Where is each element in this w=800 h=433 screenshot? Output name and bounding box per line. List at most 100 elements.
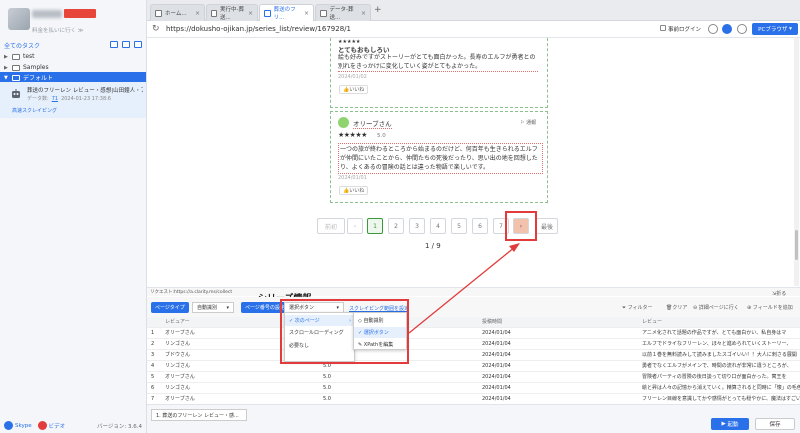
page-4-button[interactable]: 4 <box>430 218 446 234</box>
tree-item-label: デフォルト <box>23 75 54 82</box>
clear-label: クリア <box>672 305 688 311</box>
tab-label: ホーム... <box>165 11 187 17</box>
cell-reviewer: リンゴさん <box>165 363 191 369</box>
table-row[interactable]: 3ブドウさん5.02024/01/04以前１巻を無料読みして読みましたスゴイいい… <box>147 350 800 361</box>
cell-review: 冒険者パーティの冒険の後日談って切り口が面白かった。寓王を <box>642 374 787 380</box>
clear-button[interactable]: 🗑クリア <box>666 304 687 311</box>
scrollbar-thumb[interactable] <box>795 230 798 260</box>
reviewer-name: オリーブさん <box>353 120 392 129</box>
cell-date: 2024/01/04 <box>482 352 511 358</box>
review-text: 絵も好みですがストーリーがとても面白かった。長寿のエルフが勇者との別れをきっかけ… <box>338 53 538 72</box>
video-icon <box>37 421 47 430</box>
settings-icon[interactable] <box>708 24 718 34</box>
cell-reviewer: オリーブさん <box>165 330 195 336</box>
tab-frieren[interactable]: 葬送のフリ... × <box>259 4 314 21</box>
tab-label: 実行中-葬送... <box>220 7 245 21</box>
cell-review: 勇者でなくエルフがメインで、時間の流れが非常に違うところが、 <box>642 363 792 369</box>
review-date: 2024/01/02 <box>338 74 367 80</box>
close-icon[interactable]: × <box>195 10 200 17</box>
table-row[interactable]: 6 リンゴさん 5.0 2024/01/04 絵と昇は人々の記憶から消えていく。精算され… <box>147 383 800 394</box>
rating-stars: ★★★★★ <box>338 131 367 139</box>
close-icon[interactable]: × <box>304 10 309 17</box>
page-type-value: 自動識別 <box>197 305 218 311</box>
detail-label: 詳細ページに行く <box>698 305 739 311</box>
page-2-button[interactable]: 2 <box>388 218 404 234</box>
table-header-row: レビュアー 評価 投稿時間 レビュー <box>147 317 800 328</box>
page-type-select[interactable]: 自動識別 ▾ <box>192 302 234 313</box>
chevron-down-icon: ▼ <box>4 74 8 81</box>
import-icon[interactable] <box>122 41 130 48</box>
all-tasks-header[interactable]: 全てのタスク <box>4 41 40 50</box>
next-button-highlight <box>505 211 537 241</box>
page-1-button[interactable]: 1 <box>367 218 383 234</box>
collapse-button[interactable]: ⇲折る <box>772 290 786 297</box>
table-row[interactable]: 4 リンゴさん 5.0 2024/01/04 勇者でなくエルフがメインで、時間の流れが非… <box>147 361 800 372</box>
task-title[interactable]: 葬送のフリーレン レビュー・感想|山田鐘人・アベツカサ <box>27 86 143 94</box>
cell-review: 以前１巻を無料読みして読みましたスゴイいい！！大人に刺さる展開 <box>642 352 797 358</box>
like-label: いいね <box>349 87 365 93</box>
run-button[interactable]: ▶ 起動 <box>711 418 749 430</box>
cell-reviewer: オリーブさん <box>165 374 195 380</box>
cell-index: 4 <box>151 363 155 369</box>
url-input[interactable] <box>166 23 496 35</box>
first-page-button[interactable]: 前初 <box>317 218 345 234</box>
like-button[interactable]: 👍 いいね <box>339 85 369 94</box>
data-count-label: データ数: <box>27 96 49 102</box>
reviewer-avatar <box>338 117 349 128</box>
cell-date: 2024/01/04 <box>482 341 511 347</box>
username-redacted <box>64 9 96 18</box>
col-header-reviewer: レビュアー <box>165 319 190 325</box>
page-3-button[interactable]: 3 <box>409 218 425 234</box>
like-button[interactable]: 👍 いいね <box>339 186 369 195</box>
prev-page-button[interactable]: ‹ <box>347 218 363 234</box>
cell-index: 3 <box>151 352 155 358</box>
new-task-icon[interactable] <box>110 41 118 48</box>
tree-item-test[interactable]: ▶ test <box>0 51 146 62</box>
video-link[interactable]: ビデオ <box>49 422 66 430</box>
flag-icon: ⚐ <box>520 120 525 126</box>
task-step-tab[interactable]: 1. 葬送のフリーレン レビュー・感... <box>151 409 247 421</box>
add-field-button[interactable]: ⊕ フィールドを追加 <box>747 304 793 311</box>
folder-icon <box>12 64 20 71</box>
page-5-button[interactable]: 5 <box>451 218 467 234</box>
close-icon[interactable]: × <box>361 10 366 17</box>
cell-reviewer: ブドウさん <box>165 352 191 358</box>
version-label: バージョン: 3.6.4 <box>97 423 142 430</box>
save-button[interactable]: 保存 <box>755 418 795 430</box>
cell-rating: 5.0 <box>323 374 331 380</box>
report-link[interactable]: ⚐ 通報 <box>520 119 536 126</box>
last-page-button[interactable]: 最後 <box>536 218 558 234</box>
table-row[interactable]: 5 オリーブさん 5.0 2024/01/04 冒険者パーティの冒険の後日談って切り口が… <box>147 372 800 383</box>
payment-link[interactable]: 料金を払いに行く ≫ <box>32 26 84 34</box>
data-count[interactable]: 71 <box>52 96 58 102</box>
browser-icon[interactable] <box>722 24 732 34</box>
plus-icon: ⊕ <box>747 305 752 311</box>
pc-browser-button[interactable]: PCブラウザ ▾ <box>752 23 798 35</box>
cell-index: 6 <box>151 385 155 391</box>
new-folder-icon[interactable] <box>134 41 142 48</box>
avatar[interactable] <box>8 8 30 30</box>
pre-login-button[interactable]: 事前ログイン <box>668 25 701 33</box>
skype-icon <box>4 421 13 430</box>
tab-data[interactable]: データ-葬送... × <box>315 4 371 21</box>
filter-button[interactable]: ⏷ フィルター <box>622 304 653 311</box>
chevron-right-icon: ▶ <box>4 53 8 60</box>
robot-icon <box>12 89 20 98</box>
reload-icon[interactable]: ↻ <box>152 24 160 34</box>
tab-label: データ-葬送... <box>329 7 354 21</box>
tab-running[interactable]: 実行中-葬送... × <box>206 4 258 21</box>
add-tab-icon[interactable]: + <box>374 5 382 15</box>
page-icon <box>320 9 327 17</box>
close-icon[interactable]: × <box>248 10 253 17</box>
page-type-button[interactable]: ページタイプ <box>151 302 189 313</box>
skype-link[interactable]: Skype <box>15 423 32 429</box>
help-icon[interactable] <box>737 24 747 34</box>
table-row[interactable]: 1オリーブさん5.02024/01/04アニメ化されて話題の作品ですが、とても面… <box>147 328 800 339</box>
login-icon <box>660 25 666 31</box>
fast-scrape-link[interactable]: 高速スクレイピング <box>12 107 57 114</box>
page-6-button[interactable]: 6 <box>472 218 488 234</box>
table-row[interactable]: 2リンゴさん5.02024/01/04エルフでドライなフリーレン、ほ々と進められ… <box>147 339 800 350</box>
detail-page-button[interactable]: ⊖ 詳細ページに行く <box>693 304 739 311</box>
add-field-label: フィールドを追加 <box>752 305 793 311</box>
tab-home[interactable]: ホーム... × <box>150 4 205 21</box>
